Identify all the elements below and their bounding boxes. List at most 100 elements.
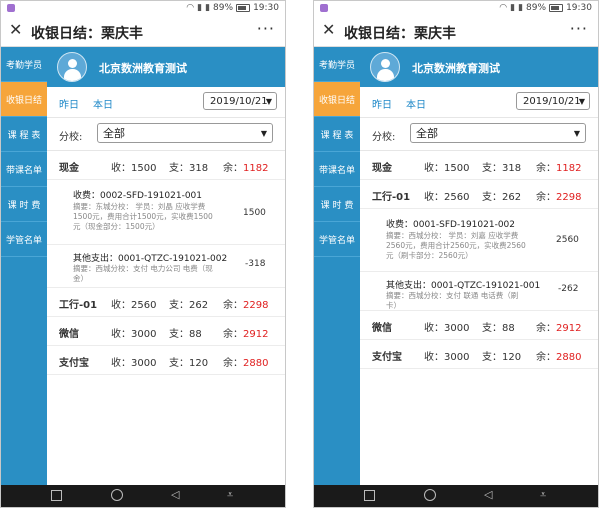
triangle-back-icon[interactable]: ◁	[171, 489, 179, 501]
expense-value: 262	[502, 192, 522, 203]
today-link[interactable]: 本日	[406, 96, 426, 111]
clock: 19:30	[566, 3, 592, 13]
date-value: 2019/10/21	[523, 96, 581, 107]
clock: 19:30	[253, 3, 279, 13]
detail-amount: 1500	[243, 208, 266, 218]
balance-value: 2880	[243, 358, 269, 369]
close-icon[interactable]: ✕	[322, 21, 335, 39]
balance: 余：2912	[223, 325, 268, 340]
menu-down-icon[interactable]: ⩡	[540, 489, 546, 501]
sidebar: 考勤学员 收银日结 课 程 表 带课名单 课 时 费 学管名单	[314, 47, 360, 487]
menu-down-icon[interactable]: ⩡	[227, 489, 233, 501]
sidebar-item-daily-settlement[interactable]: 收银日结	[1, 82, 47, 117]
more-icon[interactable]: ···	[570, 19, 588, 38]
account-row-cash[interactable]: 现金 收：1500 支：318 余：1182	[360, 151, 598, 180]
balance-label: 余：	[223, 358, 243, 369]
detail-title: 其他支出：0001-QTZC-191021-002	[73, 254, 228, 264]
income-label: 收：	[111, 329, 131, 340]
yesterday-link[interactable]: 昨日	[59, 96, 79, 111]
sidebar-item-class-list[interactable]: 带课名单	[314, 152, 360, 187]
account-row-wechat[interactable]: 微信 收：3000 支：88 余：2912	[360, 311, 598, 340]
detail-title: 收费：0001-SFD-191021-002	[386, 220, 516, 230]
triangle-back-icon[interactable]: ◁	[484, 489, 492, 501]
expense-label: 支：	[169, 358, 189, 369]
detail-item[interactable]: 收费：0001-SFD-191021-002 摘要：西城分校： 学员：刘嘉 应收…	[360, 209, 598, 272]
yesterday-link[interactable]: 昨日	[372, 96, 392, 111]
battery-percent: 89%	[213, 3, 234, 13]
caret-down-icon: ▼	[578, 97, 585, 106]
account-name: 现金	[372, 163, 392, 174]
account-row-cash[interactable]: 现金 收：1500 支：318 余：1182	[47, 151, 285, 180]
balance: 余：2880	[223, 354, 268, 369]
battery-percent: 89%	[526, 3, 547, 13]
expense: 支：120	[482, 348, 521, 363]
date-value: 2019/10/21	[210, 96, 268, 107]
detail-item[interactable]: 收费：0002-SFD-191021-001 摘要：东城分校： 学员：刘晶 应收…	[47, 180, 285, 245]
circle-icon[interactable]	[111, 489, 123, 501]
expense: 支：318	[169, 159, 208, 174]
sidebar-item-manager-list[interactable]: 学管名单	[1, 222, 47, 257]
balance: 余：2298	[223, 296, 268, 311]
expense-label: 支：	[169, 300, 189, 311]
sidebar-item-attendance[interactable]: 考勤学员	[1, 47, 47, 82]
balance-value: 2298	[243, 300, 269, 311]
detail-title: 收费：0002-SFD-191021-001	[73, 191, 203, 201]
account-row-icbc[interactable]: 工行-01 收：2560 支：262 余：2298	[47, 288, 285, 317]
income-value: 3000	[444, 352, 470, 363]
sidebar-item-daily-settlement[interactable]: 收银日结	[314, 82, 360, 117]
date-select[interactable]: 2019/10/21 ▼	[516, 92, 590, 110]
income-label: 收：	[424, 192, 444, 203]
sidebar-item-lesson-fee[interactable]: 课 时 费	[314, 187, 360, 222]
account-name: 支付宝	[59, 358, 89, 369]
date-select[interactable]: 2019/10/21 ▼	[203, 92, 277, 110]
more-icon[interactable]: ···	[257, 19, 275, 38]
org-banner: 北京数洲教育测试	[47, 47, 285, 87]
today-link[interactable]: 本日	[93, 96, 113, 111]
branch-filter-row: 分校: 全部 ▼	[47, 118, 285, 151]
detail-amount: -318	[245, 259, 266, 269]
expense-value: 88	[502, 323, 515, 334]
expense-label: 支：	[482, 192, 502, 203]
date-filter-row: 昨日 本日 2019/10/21 ▼	[47, 87, 285, 118]
sidebar-item-attendance[interactable]: 考勤学员	[314, 47, 360, 82]
square-icon[interactable]	[51, 490, 62, 501]
expense-label: 支：	[482, 323, 502, 334]
sidebar-item-schedule[interactable]: 课 程 表	[1, 117, 47, 152]
branch-select[interactable]: 全部 ▼	[97, 123, 273, 143]
account-row-alipay[interactable]: 支付宝 收：3000 支：120 余：2880	[47, 346, 285, 375]
circle-icon[interactable]	[424, 489, 436, 501]
income: 收：3000	[424, 319, 469, 334]
sidebar-item-class-list[interactable]: 带课名单	[1, 152, 47, 187]
close-icon[interactable]: ✕	[9, 21, 22, 39]
detail-summary: 摘要：西城分校：支付 联通 电话费（刷卡）	[386, 291, 519, 310]
income: 收：1500	[424, 159, 469, 174]
signal-icon: ▮	[205, 3, 211, 13]
balance-value: 2880	[556, 352, 582, 363]
income-label: 收：	[111, 163, 131, 174]
branch-label: 分校:	[59, 132, 83, 143]
android-nav-bar: ◁ ⩡	[1, 485, 285, 507]
branch-select[interactable]: 全部 ▼	[410, 123, 586, 143]
income-value: 3000	[131, 329, 157, 340]
balance-value: 2298	[556, 192, 582, 203]
balance: 余：2298	[536, 188, 581, 203]
account-row-alipay[interactable]: 支付宝 收：3000 支：120 余：2880	[360, 340, 598, 369]
balance-value: 1182	[556, 163, 582, 174]
detail-item[interactable]: 其他支出：0001-QTZC-191021-001 摘要：西城分校：支付 联通 …	[360, 272, 598, 311]
detail-item[interactable]: 其他支出：0001-QTZC-191021-002 摘要：西城分校：支付 电力公…	[47, 245, 285, 288]
expense: 支：262	[169, 296, 208, 311]
square-icon[interactable]	[364, 490, 375, 501]
income-label: 收：	[424, 352, 444, 363]
detail-amount: -262	[558, 284, 579, 294]
sidebar-item-schedule[interactable]: 课 程 表	[314, 117, 360, 152]
detail-amount: 2560	[556, 235, 579, 245]
android-nav-bar: ◁ ⩡	[314, 485, 598, 507]
expense-value: 88	[189, 329, 202, 340]
balance-label: 余：	[536, 323, 556, 334]
sidebar-item-manager-list[interactable]: 学管名单	[314, 222, 360, 257]
expense-label: 支：	[482, 163, 502, 174]
account-name: 工行-01	[372, 192, 411, 203]
account-row-wechat[interactable]: 微信 收：3000 支：88 余：2912	[47, 317, 285, 346]
sidebar-item-lesson-fee[interactable]: 课 时 费	[1, 187, 47, 222]
account-row-icbc[interactable]: 工行-01 收：2560 支：262 余：2298	[360, 180, 598, 209]
